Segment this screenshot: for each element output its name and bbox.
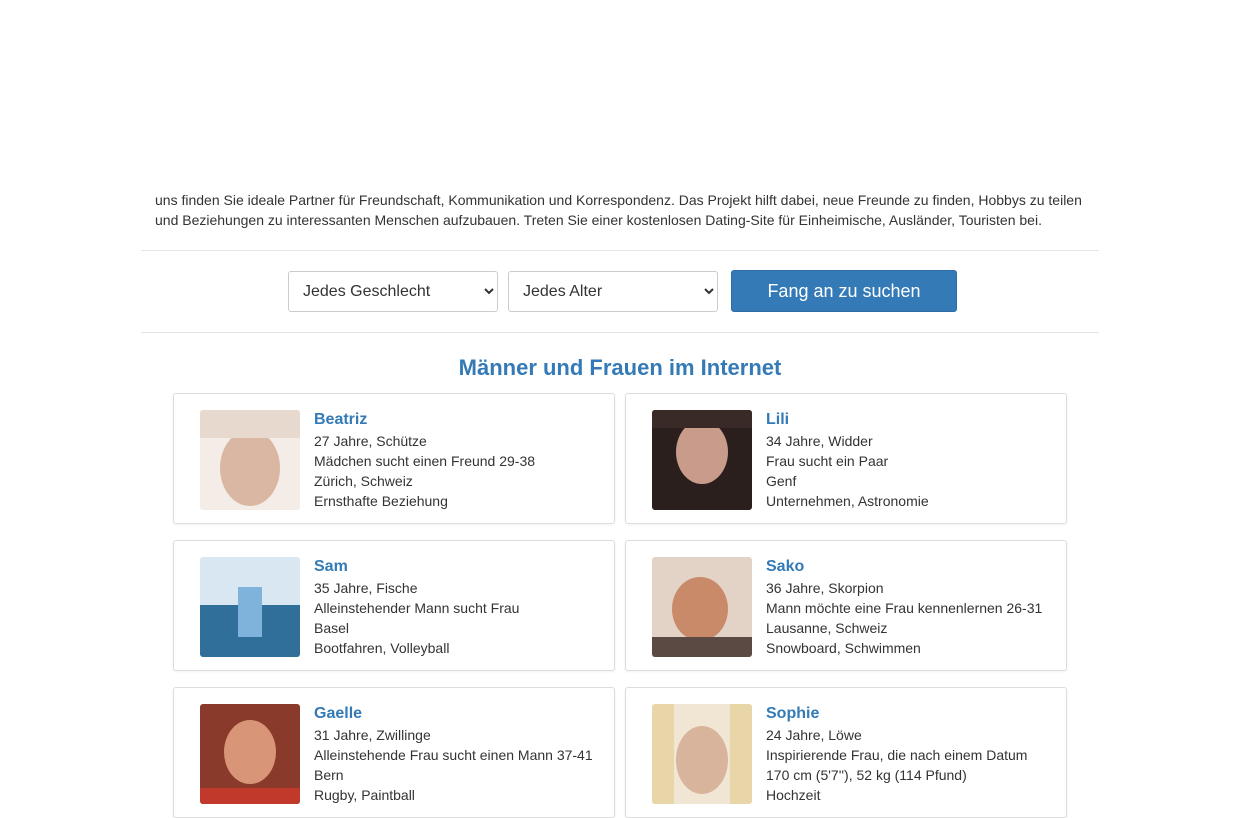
profile-location: Basel — [314, 620, 350, 636]
profile-photo[interactable] — [200, 557, 300, 657]
profile-age-sign: 27 Jahre, Schütze — [314, 433, 427, 449]
profile-card[interactable]: Beatriz 27 Jahre, Schütze Mädchen sucht … — [173, 393, 615, 524]
profile-extra: Bootfahren, Volleyball — [314, 640, 450, 656]
profile-photo-image — [652, 704, 752, 804]
profile-age-sign: 31 Jahre, Zwillinge — [314, 727, 431, 743]
profile-location: Lausanne, Schweiz — [766, 620, 888, 636]
photo-face — [676, 726, 728, 794]
profile-location: Zürich, Schweiz — [314, 473, 413, 489]
photo-hair — [200, 410, 300, 438]
profile-name-link[interactable]: Beatriz — [314, 409, 535, 431]
profile-location: Genf — [766, 473, 797, 489]
profile-card[interactable]: Sam 35 Jahre, Fische Alleinstehender Man… — [173, 540, 615, 671]
profile-tagline: Alleinstehender Mann sucht Frau — [314, 600, 520, 616]
profile-card[interactable]: Sako 36 Jahre, Skorpion Mann möchte eine… — [625, 540, 1067, 671]
profile-name-link[interactable]: Lili — [766, 409, 929, 431]
profile-photo-image — [200, 704, 300, 804]
profile-tagline: Mädchen sucht einen Freund 29-38 — [314, 453, 536, 469]
profile-age-sign: 34 Jahre, Widder — [766, 433, 873, 449]
intro-line-1: uns finden Sie ideale Partner für Freund… — [155, 192, 1082, 208]
profile-photo[interactable] — [652, 410, 752, 510]
profile-age-sign: 35 Jahre, Fische — [314, 580, 418, 596]
photo-face — [224, 720, 276, 784]
profile-age-sign: 24 Jahre, Löwe — [766, 727, 862, 743]
profile-extra: Snowboard, Schwimmen — [766, 640, 921, 656]
profile-card[interactable]: Sophie 24 Jahre, Löwe Inspirierende Frau… — [625, 687, 1067, 818]
profile-name-link[interactable]: Sam — [314, 556, 519, 578]
profile-card[interactable]: Lili 34 Jahre, Widder Frau sucht ein Paa… — [625, 393, 1067, 524]
profile-photo[interactable] — [652, 704, 752, 804]
photo-person — [238, 587, 262, 637]
profile-photo-image — [200, 410, 300, 510]
photo-hair-left — [652, 704, 674, 804]
photo-face — [220, 430, 280, 506]
photo-shirt — [200, 788, 300, 804]
profile-photo-image — [652, 410, 752, 510]
profile-location: 170 cm (5'7''), 52 kg (114 Pfund) — [766, 767, 967, 783]
profile-photo[interactable] — [652, 557, 752, 657]
profile-extra: Ernsthafte Beziehung — [314, 493, 448, 509]
profile-age-sign: 36 Jahre, Skorpion — [766, 580, 884, 596]
profile-name-link[interactable]: Sophie — [766, 703, 1027, 725]
profile-photo[interactable] — [200, 704, 300, 804]
intro-line-2: und Beziehungen zu interessanten Mensche… — [155, 212, 1042, 228]
section-title: Männer und Frauen im Internet — [458, 355, 782, 380]
profile-extra: Rugby, Paintball — [314, 787, 415, 803]
photo-face — [676, 420, 728, 484]
profile-tagline: Frau sucht ein Paar — [766, 453, 889, 469]
header-blank-area — [0, 0, 1240, 192]
profile-name-link[interactable]: Sako — [766, 556, 1042, 578]
photo-shirt — [652, 637, 752, 657]
profile-photo[interactable] — [200, 410, 300, 510]
divider-top — [141, 250, 1099, 251]
profile-location: Bern — [314, 767, 344, 783]
photo-hair — [652, 410, 752, 428]
profile-tagline: Alleinstehende Frau sucht einen Mann 37-… — [314, 747, 593, 763]
profile-name-link[interactable]: Gaelle — [314, 703, 593, 725]
profile-tagline: Mann möchte eine Frau kennenlernen 26-31 — [766, 600, 1043, 616]
age-select[interactable]: Jedes Alter — [508, 271, 718, 312]
profile-extra: Unternehmen, Astronomie — [766, 493, 929, 509]
photo-hair-right — [730, 704, 752, 804]
start-search-button[interactable]: Fang an zu suchen — [731, 270, 957, 312]
divider-bottom — [141, 332, 1099, 333]
profile-tagline: Inspirierende Frau, die nach einem Datum — [766, 747, 1028, 763]
profile-photo-image — [200, 557, 300, 657]
profile-card[interactable]: Gaelle 31 Jahre, Zwillinge Alleinstehend… — [173, 687, 615, 818]
profile-extra: Hochzeit — [766, 787, 821, 803]
photo-face — [672, 577, 728, 641]
gender-select[interactable]: Jedes Geschlecht — [288, 271, 498, 312]
profile-photo-image — [652, 557, 752, 657]
